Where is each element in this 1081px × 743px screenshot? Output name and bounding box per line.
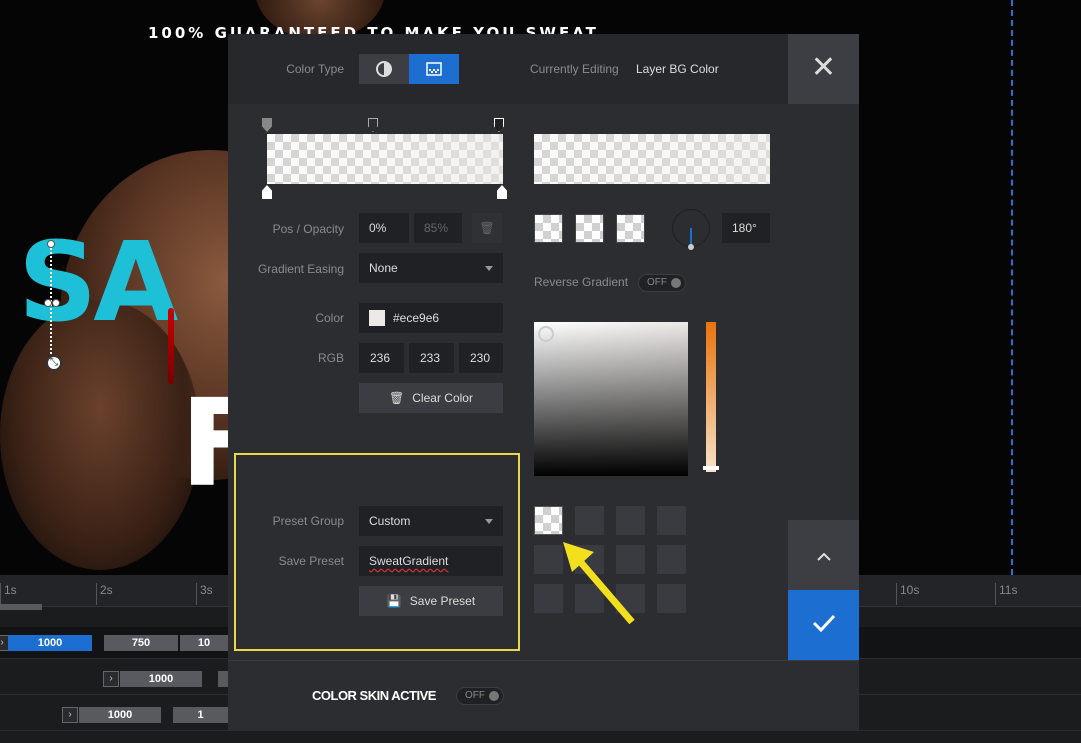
gradient-preview xyxy=(534,134,770,184)
chevron-down-icon xyxy=(485,266,493,271)
preset-swatch-empty[interactable] xyxy=(657,545,686,574)
timeline-chip[interactable]: 1000 xyxy=(8,635,92,651)
timeline-scrubber[interactable] xyxy=(0,604,42,610)
angle-knob[interactable] xyxy=(672,209,710,250)
ruler-tick: 1s xyxy=(0,583,17,605)
rotate-handle-icon[interactable]: ⤡ xyxy=(46,355,62,371)
currently-editing-label: Currently Editing xyxy=(530,62,619,76)
resize-handle-mid-left[interactable] xyxy=(44,299,52,307)
chevron-down-icon xyxy=(485,519,493,524)
save-preset-button-label: Save Preset xyxy=(409,594,476,608)
rgb-label: RGB xyxy=(317,351,344,365)
preset-swatch-empty[interactable] xyxy=(575,506,604,535)
trash-icon: 🗑 xyxy=(389,391,405,405)
angle-input[interactable]: 180° xyxy=(722,213,770,243)
trash-icon: 🗑 xyxy=(479,221,495,235)
save-preset-label: Save Preset xyxy=(278,554,344,568)
preset-swatch-empty[interactable] xyxy=(657,584,686,613)
gradient-easing-select[interactable]: None xyxy=(359,253,503,283)
pos-opacity-label: Pos / Opacity xyxy=(272,222,344,236)
preset-swatch-empty[interactable] xyxy=(657,506,686,535)
save-preset-button[interactable]: 💾 Save Preset xyxy=(359,586,503,616)
preset-group-select[interactable]: Custom xyxy=(359,506,503,536)
clear-color-button[interactable]: 🗑 Clear Color xyxy=(359,383,503,413)
color-hex-value: #ece9e6 xyxy=(393,311,440,325)
resize-handle-mid-right[interactable] xyxy=(52,299,60,307)
ruler-tick: 11s xyxy=(995,583,1017,605)
solid-color-tab[interactable] xyxy=(359,54,409,84)
ruler-tick: 3s xyxy=(196,583,213,605)
hue-slider-handle[interactable] xyxy=(703,466,719,470)
resize-handle-top[interactable] xyxy=(47,240,55,248)
scroll-up-button[interactable] xyxy=(788,520,859,590)
blue-input[interactable]: 230 xyxy=(459,343,503,373)
red-input[interactable]: 236 xyxy=(359,343,404,373)
opacity-marker[interactable] xyxy=(368,118,378,132)
preset-group-label: Preset Group xyxy=(272,514,344,528)
dialog-footer: COLOR SKIN ACTIVE OFF xyxy=(228,660,859,731)
gradient-easing-value: None xyxy=(369,261,398,275)
stage-headline[interactable]: SA xyxy=(18,218,178,346)
timeline-chip[interactable]: 1 xyxy=(173,707,228,723)
contrast-icon xyxy=(376,61,392,77)
timeline-chip[interactable]: 750 xyxy=(104,635,178,651)
timeline-chip[interactable]: 1000 xyxy=(79,707,161,723)
reverse-gradient-state: OFF xyxy=(647,277,667,288)
color-hex-input[interactable]: #ece9e6 xyxy=(359,303,503,333)
saturation-field[interactable] xyxy=(534,322,688,476)
preset-swatch-selected[interactable] xyxy=(534,506,563,535)
timeline-chip[interactable] xyxy=(218,671,228,687)
reverse-gradient-toggle[interactable]: OFF xyxy=(638,274,686,292)
color-marker[interactable] xyxy=(262,185,272,199)
checkmark-icon xyxy=(812,614,835,633)
preset-swatch-empty[interactable] xyxy=(616,506,645,535)
chevron-up-icon xyxy=(816,552,831,561)
annotation-arrow-icon xyxy=(563,542,635,625)
expand-arrow-icon[interactable]: › xyxy=(62,707,78,723)
floppy-icon: 💾 xyxy=(386,594,402,608)
currently-editing-value: Layer BG Color xyxy=(636,62,719,76)
color-skin-toggle[interactable]: OFF xyxy=(456,687,504,705)
color-marker[interactable] xyxy=(497,185,507,199)
color-skin-state: OFF xyxy=(465,690,485,701)
guide-line[interactable] xyxy=(1011,0,1013,575)
close-icon: ✕ xyxy=(810,51,837,84)
green-input[interactable]: 233 xyxy=(409,343,454,373)
timeline-chip[interactable]: 1000 xyxy=(120,671,202,687)
saturation-picker-handle[interactable] xyxy=(538,326,554,342)
timeline-chip[interactable]: 10 xyxy=(180,635,228,651)
gradient-icon xyxy=(426,62,442,76)
color-picker-dialog: Color Type Currently Editing Layer BG Co… xyxy=(228,34,859,731)
preset-group-value: Custom xyxy=(369,514,411,528)
position-input[interactable]: 0% xyxy=(359,213,409,243)
gradient-bar[interactable] xyxy=(267,134,503,184)
linear-gradient-option[interactable] xyxy=(534,214,563,243)
opacity-marker-selected[interactable] xyxy=(262,118,272,132)
apply-button[interactable] xyxy=(788,590,859,660)
delete-marker-button[interactable]: 🗑 xyxy=(472,213,502,243)
expand-arrow-icon[interactable]: › xyxy=(103,671,119,687)
color-type-label: Color Type xyxy=(286,62,344,76)
ruler-tick: 10s xyxy=(896,583,919,605)
ruler-tick: 2s xyxy=(96,583,113,605)
gradient-color-tab[interactable] xyxy=(409,54,459,84)
color-label: Color xyxy=(315,311,344,325)
gradient-easing-label: Gradient Easing xyxy=(257,262,344,276)
hue-slider[interactable] xyxy=(706,322,716,472)
stage-red-line-layer[interactable] xyxy=(168,308,174,384)
close-button[interactable]: ✕ xyxy=(788,34,859,104)
conic-gradient-option[interactable] xyxy=(616,214,645,243)
clear-color-label: Clear Color xyxy=(412,391,473,405)
color-swatch xyxy=(369,310,385,326)
save-preset-input[interactable]: SweatGradient xyxy=(359,546,503,576)
reverse-gradient-label: Reverse Gradient xyxy=(534,275,629,289)
opacity-input[interactable]: 85% xyxy=(414,213,462,243)
opacity-marker[interactable] xyxy=(494,118,504,132)
color-skin-label: COLOR SKIN ACTIVE xyxy=(312,688,436,703)
radial-gradient-option[interactable] xyxy=(575,214,604,243)
